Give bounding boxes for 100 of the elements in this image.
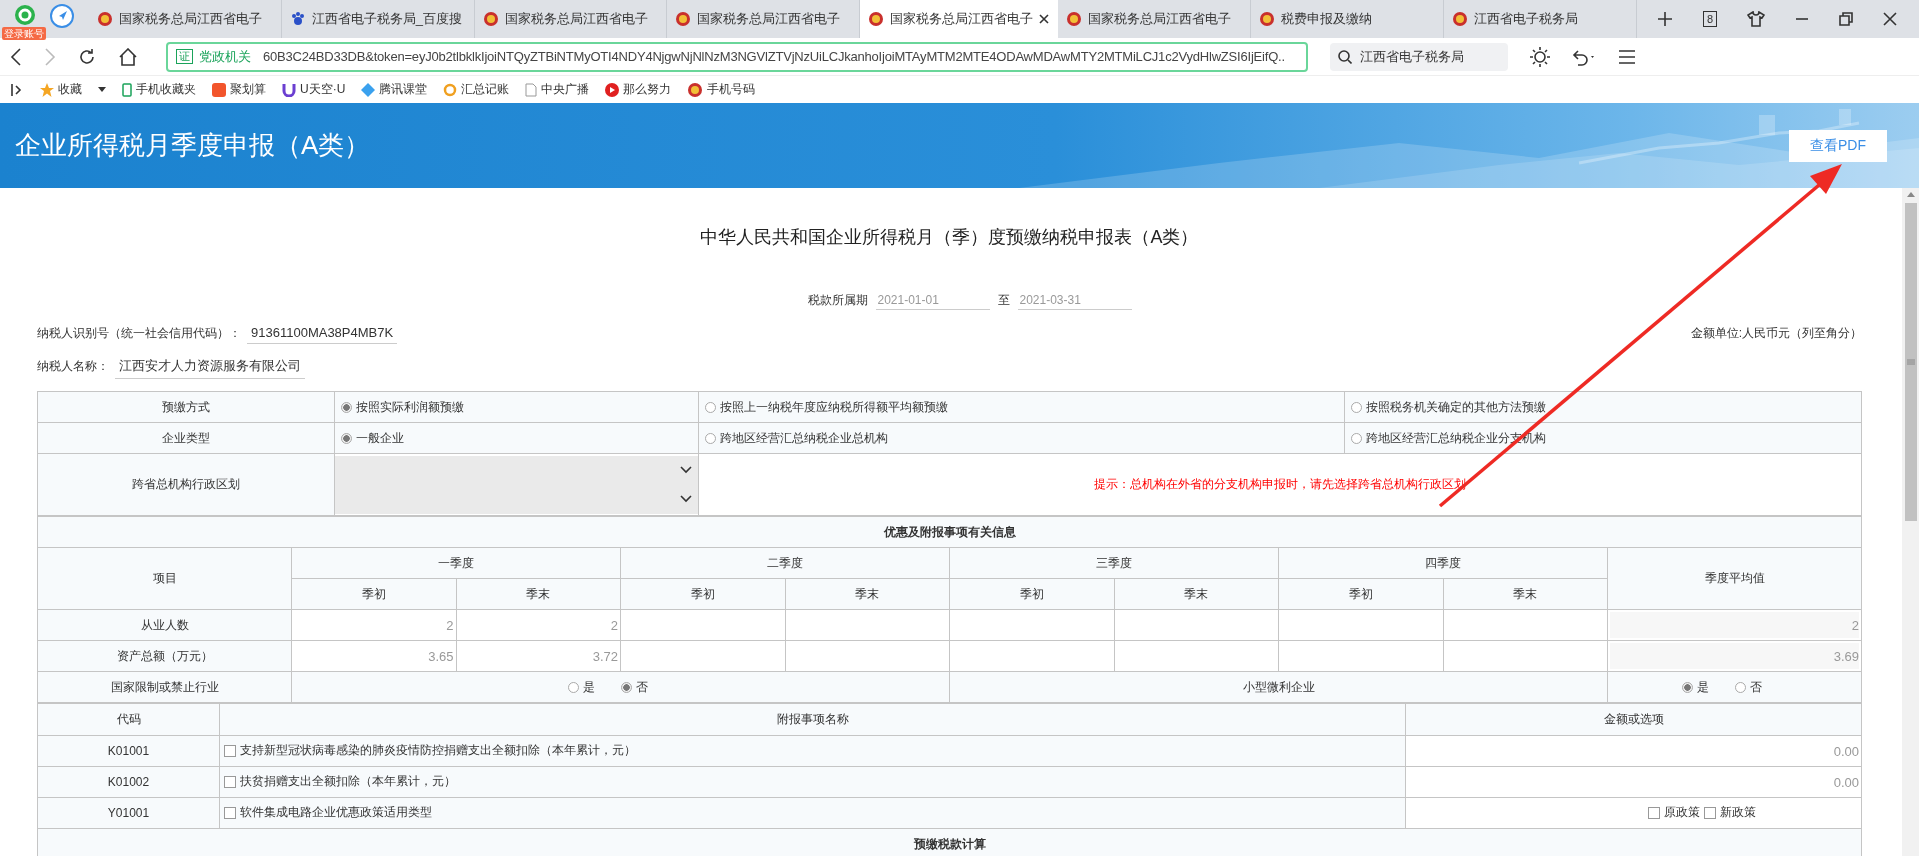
row-label: 企业类型 [37,422,335,454]
restore-icon[interactable] [1839,12,1853,26]
column-header: 三季度 [949,547,1279,579]
column-header: 附报事项名称 [219,703,1406,736]
radio-option[interactable]: 一般企业 [341,429,404,447]
bookmark-item[interactable]: U天空·U [282,81,346,98]
close-icon[interactable] [1883,12,1897,26]
radio-option[interactable]: 是 [567,678,595,696]
radio-button[interactable] [1681,681,1693,693]
brightness-icon[interactable] [1530,46,1550,67]
bookmark-item[interactable]: 手机收藏夹 [122,81,196,98]
radio-option[interactable]: 按照实际利润额预缴 [341,398,464,416]
scroll-up-icon[interactable] [1906,192,1915,197]
emblem-icon [96,11,113,27]
taxpayer-name-value: 江西安才人力资源服务有限公司 [115,354,305,379]
radio-option[interactable]: 否 [1734,678,1762,696]
radio-option[interactable]: 否 [620,678,648,696]
checkbox-option[interactable]: 扶贫捐赠支出全额扣除（本年累计，元） [224,773,456,791]
section-title: 优惠及附报事项有关信息 [37,516,1862,548]
row-label: 预缴方式 [37,391,335,423]
column-header: 季末 [785,578,950,610]
row-label: 从业人数 [37,609,292,641]
caret-icon[interactable] [98,86,106,93]
scrollbar-thumb[interactable] [1904,203,1917,521]
checkbox[interactable] [1703,806,1716,819]
checkbox[interactable] [224,744,236,757]
row-label: 小型微利企业 [949,671,1608,703]
radio-button[interactable] [341,432,352,444]
view-pdf-button[interactable]: 查看PDF [1789,129,1887,162]
undo-icon[interactable] [1572,47,1596,66]
column-header: 季初 [1278,578,1443,610]
radio-button[interactable] [620,681,632,693]
checkbox[interactable] [224,775,236,788]
radio-option[interactable]: 跨地区经营汇总纳税企业总机构 [705,429,888,447]
browser-logo-icon[interactable] [14,4,36,26]
radio-button[interactable] [705,401,716,413]
menu-icon[interactable] [1618,48,1636,65]
checkbox[interactable] [224,806,236,819]
column-header: 项目 [37,547,292,610]
star-icon [40,82,54,97]
radio-option[interactable]: 是 [1681,678,1709,696]
checkbox-option[interactable]: 新政策 [1703,804,1756,822]
bookmark-item[interactable]: 腾讯课堂 [361,81,428,98]
scrollbar[interactable] [1902,188,1919,856]
search-field[interactable]: 江西省电子税务局 [1330,42,1508,71]
bookmark-item[interactable]: 聚划算 [212,81,266,98]
checkbox-option[interactable]: 支持新型冠状病毒感染的肺炎疫情防控捐赠支出全额扣除（本年累计，元） [224,742,636,760]
period-label: 税款所属期 [807,292,868,309]
browser-tab[interactable]: 国家税务总局江西省电子 [860,0,1059,38]
checkbox-option[interactable]: 软件集成电路企业优惠政策适用类型 [224,804,432,822]
emblem-icon [482,11,499,27]
row-label: 国家限制或禁止行业 [37,671,292,703]
checkbox[interactable] [1647,806,1660,819]
form-title: 中华人民共和国企业所得税月（季）度预缴纳税申报表（A类） [699,226,1200,249]
emblem-icon [687,81,704,98]
play-icon [605,82,620,97]
radio-button[interactable] [341,401,352,413]
code-cell: K01001 [37,735,220,767]
column-header: 季末 [1443,578,1608,610]
currency-unit-note: 金额单位:人民币元（列至角分） [1690,324,1862,342]
address-bar[interactable]: 证 党政机关 60B3C24BD33DB&token=eyJ0b2tlbklkIjoiNTQyZTBiNTMyOTI4NDY4NjgwNjNlNzM3NGVlZTVjNzUiLCJkanhoIjoiMTAyMTM2MTE4ODAwMDAwMTY2MTMiLCJ1c2VydHlwZSI6IjEifQ.. [166,41,1308,72]
bookmark-item[interactable]: 那么努力 [605,81,672,98]
radio-button[interactable] [567,681,579,693]
section-title: 预缴税款计算 [37,828,1862,856]
average-field: 3.69 [1610,643,1859,669]
radio-button[interactable] [1351,401,1362,413]
bookmark-item[interactable]: 汇总记账 [443,81,510,98]
column-header: 季初 [291,578,456,610]
tab-count[interactable]: 8 [1702,11,1717,27]
taxpayer-id-value: 91361100MA38P4MB7K [247,322,398,344]
radio-button[interactable] [1734,681,1746,693]
sidebar-toggle-icon[interactable] [10,82,24,97]
code-cell: Y01001 [37,797,220,829]
column-header: 一季度 [291,547,621,579]
period-separator: 至 [997,292,1010,309]
page-icon [525,82,538,97]
navigation-icon[interactable] [50,4,74,28]
u-shape-icon [282,82,296,97]
code-cell: K01002 [37,766,220,798]
back-icon[interactable] [10,47,22,66]
close-icon[interactable] [1039,14,1050,24]
home-icon[interactable] [118,47,138,66]
ring-icon [443,82,458,97]
average-field: 2 [1610,612,1859,638]
column-header: 代码 [37,703,220,736]
column-header: 季末 [456,578,621,610]
plus-icon[interactable] [1656,11,1673,27]
site-org-label: 党政机关 [199,47,251,66]
emblem-icon [868,11,885,27]
chevron-down-icon [680,466,692,474]
bookmark-item[interactable]: 收藏 [40,81,82,98]
radio-button[interactable] [705,432,716,444]
emblem-icon [1259,11,1276,27]
bookmark-item[interactable]: 中央广播 [525,81,590,98]
shirt-icon[interactable] [1747,11,1765,27]
checkbox-option[interactable]: 原政策 [1647,804,1700,822]
search-icon [1338,49,1352,64]
bookmark-item[interactable]: 手机号码 [687,81,756,98]
reload-icon[interactable] [78,47,96,66]
radio-button[interactable] [1351,432,1362,444]
